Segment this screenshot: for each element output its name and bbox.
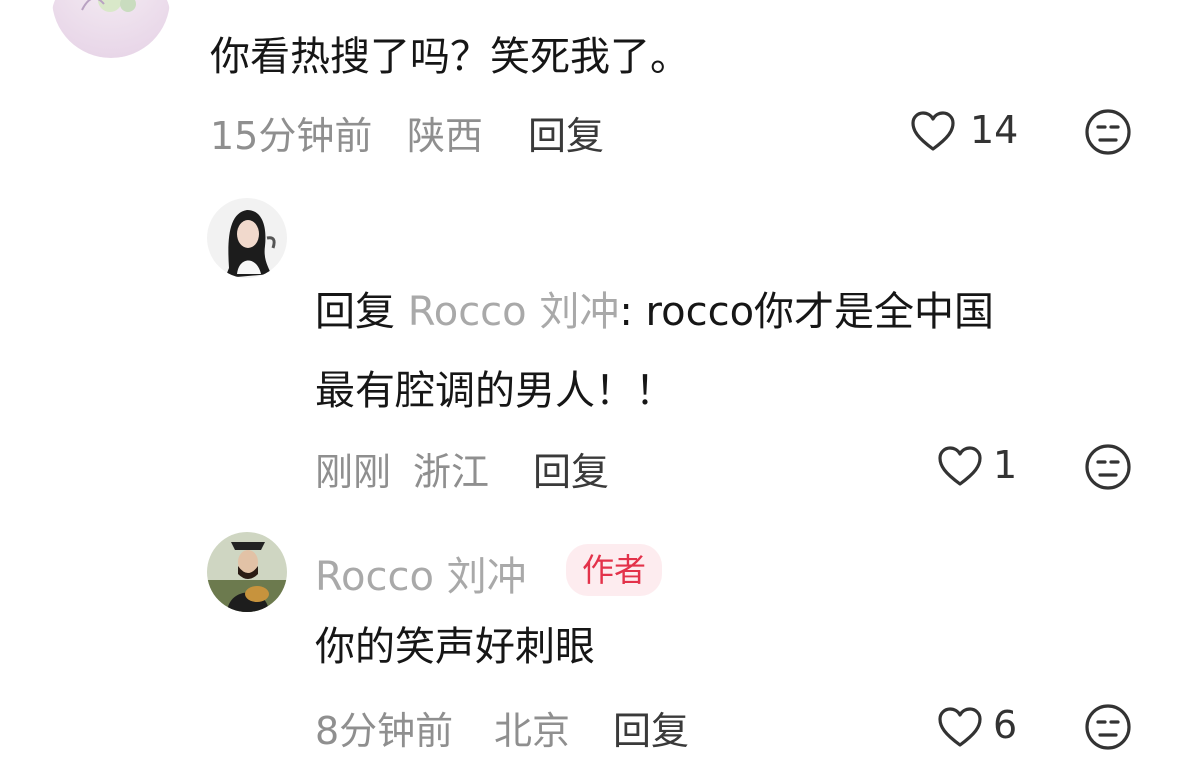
comment-meta-time: 刚刚 bbox=[315, 450, 392, 494]
comment-meta-time: 8分钟前 bbox=[315, 709, 454, 753]
comment-meta-time: 15分钟前 bbox=[210, 114, 373, 158]
reply-to-username[interactable]: Rocco 刘冲 bbox=[408, 289, 620, 335]
comment-text: 你的笑声好刺眼 bbox=[315, 624, 595, 670]
reply-button[interactable]: 回复 bbox=[613, 700, 689, 755]
avatar-image bbox=[52, 0, 170, 58]
dislike-face-icon[interactable] bbox=[1084, 108, 1132, 156]
comment-text: 你看热搜了吗？笑死我了。 bbox=[210, 34, 690, 80]
reply-text-line-1: 回复 Rocco 刘冲: rocco你才是全中国 bbox=[315, 285, 994, 339]
reply-button[interactable]: 回复 bbox=[528, 105, 604, 160]
dislike-face-icon[interactable] bbox=[1084, 443, 1132, 491]
avatar-commenter-1[interactable] bbox=[52, 0, 170, 58]
avatar-commenter-2[interactable] bbox=[207, 198, 287, 278]
heart-icon[interactable] bbox=[937, 445, 983, 487]
like-count: 1 bbox=[993, 443, 1018, 487]
dislike-face-icon[interactable] bbox=[1084, 703, 1132, 751]
comment-meta-location: 北京 bbox=[494, 709, 571, 753]
author-username[interactable]: Rocco 刘冲 bbox=[315, 544, 527, 602]
like-count: 6 bbox=[993, 703, 1018, 747]
comment-meta-location: 浙江 bbox=[413, 450, 490, 494]
reply-text-part: : rocco你才是全中国 bbox=[619, 289, 995, 335]
avatar-image bbox=[207, 532, 287, 612]
comment-meta-location: 陕西 bbox=[407, 114, 484, 158]
heart-icon[interactable] bbox=[937, 706, 983, 748]
reply-button[interactable]: 回复 bbox=[533, 441, 609, 496]
reply-prefix: 回复 bbox=[315, 289, 395, 335]
author-badge: 作者 bbox=[566, 544, 663, 596]
reply-text-line-2: 最有腔调的男人！！ bbox=[315, 368, 675, 414]
avatar-author[interactable] bbox=[207, 532, 287, 612]
heart-icon[interactable] bbox=[910, 110, 956, 152]
like-count: 14 bbox=[970, 108, 1019, 152]
avatar-image bbox=[207, 198, 287, 278]
